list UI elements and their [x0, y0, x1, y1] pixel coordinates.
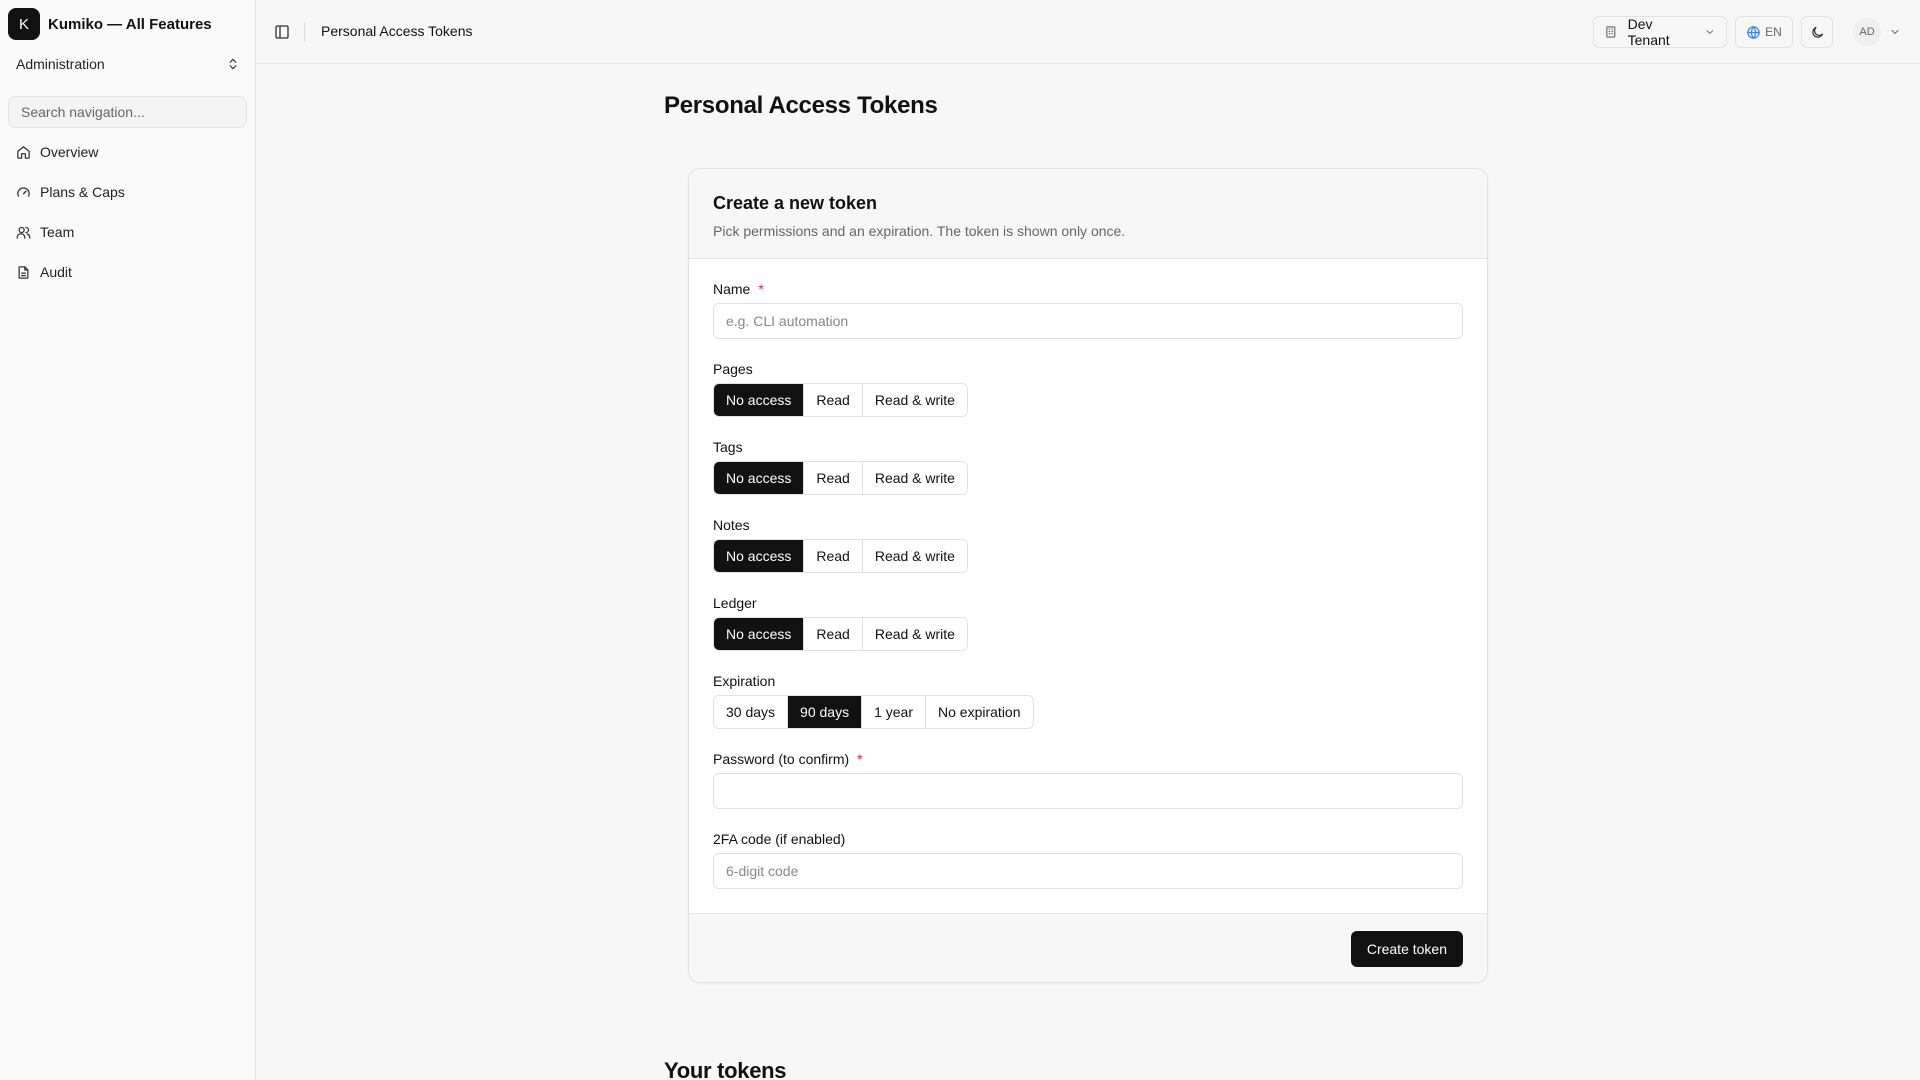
file-text-icon	[18, 265, 29, 279]
ledger-label: Ledger	[713, 595, 757, 611]
nav-list: Overview Plans & Caps Team Audit	[8, 136, 248, 296]
brand-logo: K	[8, 8, 40, 40]
tenant-switcher[interactable]: Dev Tenant	[1593, 16, 1727, 48]
sidebar-item-label: Overview	[40, 144, 99, 160]
expiration-1-year-option[interactable]: 1 year	[862, 696, 927, 728]
sidebar-item-label: Team	[40, 224, 75, 240]
tags-permission-group: No access Read Read & write	[713, 461, 968, 495]
sidebar-item-overview[interactable]: Overview	[8, 136, 248, 168]
required-mark: *	[857, 751, 863, 767]
sidebar-item-team[interactable]: Team	[8, 216, 248, 248]
panel-left-icon	[275, 25, 289, 39]
expiration-90-days-option[interactable]: 90 days	[788, 696, 863, 728]
topbar-divider	[304, 22, 305, 42]
avatar: AD	[1853, 18, 1881, 46]
password-label: Password (to confirm) *	[713, 751, 863, 767]
create-token-card: Create a new token Pick permissions and …	[688, 168, 1488, 983]
chevron-down-icon	[1706, 30, 1714, 34]
chevron-down-icon	[1891, 30, 1899, 34]
brand-name: Kumiko — All Features	[48, 15, 212, 33]
tenant-name: Dev Tenant	[1627, 16, 1670, 48]
sidebar-item-plans-caps[interactable]: Plans & Caps	[8, 176, 248, 208]
card-description: Pick permissions and an expiration. The …	[713, 223, 1126, 239]
breadcrumb: Personal Access Tokens	[321, 23, 473, 39]
sidebar-item-label: Plans & Caps	[40, 184, 125, 200]
user-menu[interactable]: AD	[1847, 16, 1907, 48]
section-switcher-label: Administration	[16, 56, 105, 72]
building-icon	[1606, 26, 1616, 38]
your-tokens-heading: Your tokens	[664, 1058, 787, 1080]
token-name-input[interactable]	[713, 303, 1463, 339]
notes-no-access-option[interactable]: No access	[714, 540, 805, 572]
globe-icon	[1747, 25, 1760, 39]
nav-search-input[interactable]	[8, 96, 247, 128]
expiration-group: 30 days 90 days 1 year No expiration	[713, 695, 1034, 729]
pages-no-access-option[interactable]: No access	[714, 384, 805, 416]
page-title: Personal Access Tokens	[664, 92, 938, 119]
expiration-none-option[interactable]: No expiration	[926, 696, 1033, 728]
tags-read-write-option[interactable]: Read & write	[863, 462, 967, 494]
ledger-read-option[interactable]: Read	[804, 618, 863, 650]
expiration-label: Expiration	[713, 673, 776, 689]
sidebar: K Kumiko — All Features Administration O…	[0, 0, 256, 1080]
users-icon	[16, 226, 31, 239]
theme-toggle-button[interactable]	[1801, 16, 1833, 48]
name-label: Name *	[713, 281, 764, 297]
card-title: Create a new token	[713, 193, 878, 213]
pages-read-option[interactable]: Read	[804, 384, 863, 416]
pages-read-write-option[interactable]: Read & write	[863, 384, 967, 416]
notes-read-option[interactable]: Read	[804, 540, 863, 572]
twofa-code-input[interactable]	[713, 853, 1463, 889]
notes-read-write-option[interactable]: Read & write	[863, 540, 967, 572]
password-label-text: Password (to confirm)	[713, 751, 850, 767]
tags-label: Tags	[713, 439, 743, 455]
card-footer: Create token	[689, 913, 1487, 982]
notes-permission-group: No access Read Read & write	[713, 539, 968, 573]
home-icon	[17, 145, 30, 159]
tags-no-access-option[interactable]: No access	[714, 462, 805, 494]
pages-permission-group: No access Read Read & write	[713, 383, 968, 417]
sidebar-toggle-button[interactable]	[270, 20, 294, 44]
tags-read-option[interactable]: Read	[804, 462, 863, 494]
required-mark: *	[758, 281, 764, 297]
password-input[interactable]	[713, 773, 1463, 809]
create-token-button[interactable]: Create token	[1350, 931, 1463, 967]
ledger-read-write-option[interactable]: Read & write	[863, 618, 967, 650]
twofa-label: 2FA code (if enabled)	[713, 831, 846, 847]
name-label-text: Name	[713, 281, 751, 297]
card-header: Create a new token Pick permissions and …	[689, 169, 1487, 259]
sidebar-item-audit[interactable]: Audit	[8, 256, 248, 288]
sidebar-item-label: Audit	[40, 264, 72, 280]
brand[interactable]: K Kumiko — All Features	[8, 8, 212, 40]
ledger-no-access-option[interactable]: No access	[714, 618, 805, 650]
language-switcher[interactable]: EN	[1735, 16, 1793, 48]
expiration-30-days-option[interactable]: 30 days	[714, 696, 789, 728]
notes-label: Notes	[713, 517, 750, 533]
pages-label: Pages	[713, 361, 753, 377]
ledger-permission-group: No access Read Read & write	[713, 617, 968, 651]
topbar: Personal Access Tokens Dev Tenant EN AD	[256, 0, 1920, 64]
language-code: EN	[1765, 25, 1782, 39]
gauge-icon	[17, 186, 30, 197]
chevrons-up-down-icon	[229, 58, 237, 70]
section-switcher[interactable]: Administration	[8, 50, 248, 78]
moon-icon	[1811, 26, 1823, 38]
